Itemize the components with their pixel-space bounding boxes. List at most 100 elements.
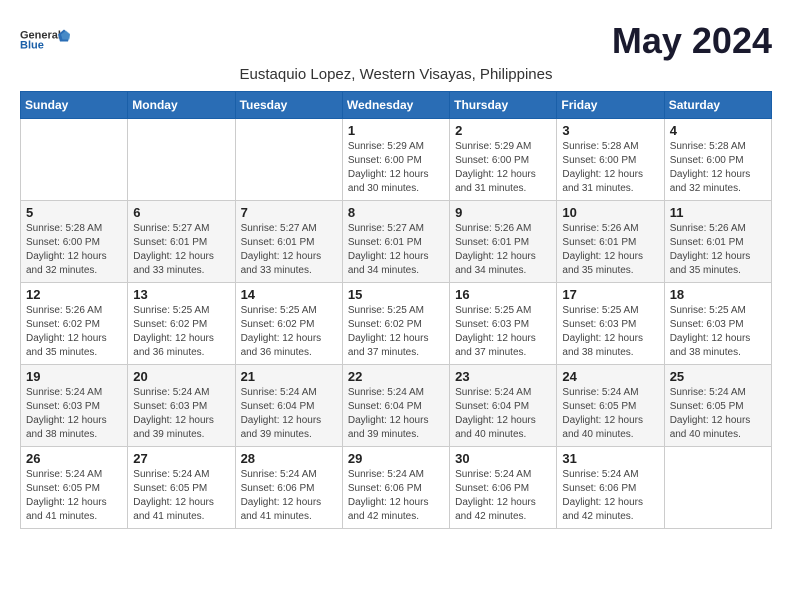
calendar-week-row: 19 Sunrise: 5:24 AMSunset: 6:03 PMDayligh… xyxy=(21,365,772,447)
calendar-day-cell: 7Sunrise: 5:27 AMSunset: 6:01 PMDaylight… xyxy=(235,201,342,283)
day-info: Sunrise: 5:24 AMSunset: 6:06 PMDaylight:… xyxy=(241,468,337,524)
day-info: Sunrise: 5:24 AMSunset: 6:03 PMDaylight:… xyxy=(26,386,122,442)
calendar-day-cell: 25 Sunrise: 5:24 AMSunset: 6:05 PMDayligh… xyxy=(664,365,771,447)
calendar-day-cell: 16 Sunrise: 5:25 AMSunset: 6:03 PMDayligh… xyxy=(450,283,557,365)
day-info: Sunrise: 5:24 AMSunset: 6:06 PMDaylight:… xyxy=(455,468,551,524)
calendar-day-cell: 11 Sunrise: 5:26 AMSunset: 6:01 PMDayligh… xyxy=(664,201,771,283)
location-subtitle: Eustaquio Lopez, Western Visayas, Philip… xyxy=(20,66,772,83)
day-number: 29 xyxy=(348,451,444,466)
day-info: Sunrise: 5:24 AMSunset: 6:06 PMDaylight:… xyxy=(562,468,658,524)
day-info: Sunrise: 5:26 AMSunset: 6:01 PMDaylight:… xyxy=(455,222,551,278)
calendar-day-cell: 21 Sunrise: 5:24 AMSunset: 6:04 PMDayligh… xyxy=(235,365,342,447)
day-number: 4 xyxy=(670,123,766,138)
day-info: Sunrise: 5:26 AMSunset: 6:02 PMDaylight:… xyxy=(26,304,122,360)
day-info: Sunrise: 5:24 AMSunset: 6:03 PMDaylight:… xyxy=(133,386,229,442)
day-number: 25 xyxy=(670,369,766,384)
day-number: 16 xyxy=(455,287,551,302)
day-info: Sunrise: 5:25 AMSunset: 6:02 PMDaylight:… xyxy=(241,304,337,360)
calendar-week-row: 1 Sunrise: 5:29 AMSunset: 6:00 PMDaylight… xyxy=(21,119,772,201)
calendar-day-cell: 2 Sunrise: 5:29 AMSunset: 6:00 PMDaylight… xyxy=(450,119,557,201)
day-info: Sunrise: 5:24 AMSunset: 6:05 PMDaylight:… xyxy=(562,386,658,442)
calendar-day-cell: 1 Sunrise: 5:29 AMSunset: 6:00 PMDaylight… xyxy=(342,119,449,201)
calendar-day-cell: 10 Sunrise: 5:26 AMSunset: 6:01 PMDayligh… xyxy=(557,201,664,283)
col-friday: Friday xyxy=(557,92,664,119)
day-info: Sunrise: 5:24 AMSunset: 6:04 PMDaylight:… xyxy=(241,386,337,442)
calendar-day-cell: 24 Sunrise: 5:24 AMSunset: 6:05 PMDayligh… xyxy=(557,365,664,447)
calendar-day-cell: 3 Sunrise: 5:28 AMSunset: 6:00 PMDaylight… xyxy=(557,119,664,201)
day-info: Sunrise: 5:24 AMSunset: 6:05 PMDaylight:… xyxy=(670,386,766,442)
day-info: Sunrise: 5:27 AMSunset: 6:01 PMDaylight:… xyxy=(348,222,444,278)
day-info: Sunrise: 5:24 AMSunset: 6:06 PMDaylight:… xyxy=(348,468,444,524)
day-number: 20 xyxy=(133,369,229,384)
day-number: 28 xyxy=(241,451,337,466)
calendar-day-cell: 13 Sunrise: 5:25 AMSunset: 6:02 PMDayligh… xyxy=(128,283,235,365)
day-info: Sunrise: 5:26 AMSunset: 6:01 PMDaylight:… xyxy=(562,222,658,278)
day-number: 24 xyxy=(562,369,658,384)
day-info: Sunrise: 5:25 AMSunset: 6:02 PMDaylight:… xyxy=(133,304,229,360)
day-number: 1 xyxy=(348,123,444,138)
day-number: 23 xyxy=(455,369,551,384)
logo-icon: General Blue xyxy=(20,20,70,60)
col-wednesday: Wednesday xyxy=(342,92,449,119)
calendar-day-cell: 19 Sunrise: 5:24 AMSunset: 6:03 PMDayligh… xyxy=(21,365,128,447)
day-info: Sunrise: 5:29 AMSunset: 6:00 PMDaylight:… xyxy=(455,140,551,196)
day-info: Sunrise: 5:25 AMSunset: 6:03 PMDaylight:… xyxy=(562,304,658,360)
calendar-day-cell: 28 Sunrise: 5:24 AMSunset: 6:06 PMDayligh… xyxy=(235,447,342,529)
day-number: 21 xyxy=(241,369,337,384)
col-thursday: Thursday xyxy=(450,92,557,119)
day-number: 30 xyxy=(455,451,551,466)
day-info: Sunrise: 5:28 AMSunset: 6:00 PMDaylight:… xyxy=(26,222,122,278)
day-number: 8 xyxy=(348,205,444,220)
calendar-day-cell: 8 Sunrise: 5:27 AMSunset: 6:01 PMDaylight… xyxy=(342,201,449,283)
day-info: Sunrise: 5:28 AMSunset: 6:00 PMDaylight:… xyxy=(562,140,658,196)
calendar-day-cell: 23 Sunrise: 5:24 AMSunset: 6:04 PMDayligh… xyxy=(450,365,557,447)
day-info: Sunrise: 5:24 AMSunset: 6:04 PMDaylight:… xyxy=(455,386,551,442)
calendar-day-cell: 5 Sunrise: 5:28 AMSunset: 6:00 PMDaylight… xyxy=(21,201,128,283)
day-number: 5 xyxy=(26,205,122,220)
calendar-header-row: Sunday Monday Tuesday Wednesday Thursday… xyxy=(21,92,772,119)
day-number: 3 xyxy=(562,123,658,138)
day-info: Sunrise: 5:25 AMSunset: 6:03 PMDaylight:… xyxy=(670,304,766,360)
day-info: Sunrise: 5:29 AMSunset: 6:00 PMDaylight:… xyxy=(348,140,444,196)
calendar-day-cell: 14Sunrise: 5:25 AMSunset: 6:02 PMDayligh… xyxy=(235,283,342,365)
day-number: 26 xyxy=(26,451,122,466)
day-number: 13 xyxy=(133,287,229,302)
logo: General Blue xyxy=(20,20,70,60)
calendar-day-cell: 9Sunrise: 5:26 AMSunset: 6:01 PMDaylight… xyxy=(450,201,557,283)
calendar-day-cell: 22Sunrise: 5:24 AMSunset: 6:04 PMDayligh… xyxy=(342,365,449,447)
day-number: 2 xyxy=(455,123,551,138)
calendar-day-cell xyxy=(235,119,342,201)
calendar-day-cell: 17 Sunrise: 5:25 AMSunset: 6:03 PMDayligh… xyxy=(557,283,664,365)
day-info: Sunrise: 5:24 AMSunset: 6:05 PMDaylight:… xyxy=(133,468,229,524)
day-number: 6 xyxy=(133,205,229,220)
col-saturday: Saturday xyxy=(664,92,771,119)
day-number: 15 xyxy=(348,287,444,302)
col-sunday: Sunday xyxy=(21,92,128,119)
calendar-day-cell: 30 Sunrise: 5:24 AMSunset: 6:06 PMDayligh… xyxy=(450,447,557,529)
day-number: 10 xyxy=(562,205,658,220)
svg-text:Blue: Blue xyxy=(20,40,44,52)
day-number: 12 xyxy=(26,287,122,302)
day-info: Sunrise: 5:24 AMSunset: 6:04 PMDaylight:… xyxy=(348,386,444,442)
month-title: May 2024 xyxy=(612,20,772,62)
calendar-day-cell xyxy=(128,119,235,201)
calendar-day-cell: 26Sunrise: 5:24 AMSunset: 6:05 PMDayligh… xyxy=(21,447,128,529)
calendar-day-cell: 29 Sunrise: 5:24 AMSunset: 6:06 PMDayligh… xyxy=(342,447,449,529)
day-number: 19 xyxy=(26,369,122,384)
calendar-day-cell: 31Sunrise: 5:24 AMSunset: 6:06 PMDayligh… xyxy=(557,447,664,529)
day-number: 17 xyxy=(562,287,658,302)
calendar-table: Sunday Monday Tuesday Wednesday Thursday… xyxy=(20,91,772,529)
day-info: Sunrise: 5:28 AMSunset: 6:00 PMDaylight:… xyxy=(670,140,766,196)
day-number: 18 xyxy=(670,287,766,302)
calendar-day-cell: 12 Sunrise: 5:26 AMSunset: 6:02 PMDayligh… xyxy=(21,283,128,365)
col-monday: Monday xyxy=(128,92,235,119)
day-info: Sunrise: 5:25 AMSunset: 6:03 PMDaylight:… xyxy=(455,304,551,360)
day-number: 11 xyxy=(670,205,766,220)
calendar-week-row: 12 Sunrise: 5:26 AMSunset: 6:02 PMDayligh… xyxy=(21,283,772,365)
calendar-day-cell: 4 Sunrise: 5:28 AMSunset: 6:00 PMDaylight… xyxy=(664,119,771,201)
day-info: Sunrise: 5:26 AMSunset: 6:01 PMDaylight:… xyxy=(670,222,766,278)
calendar-day-cell xyxy=(664,447,771,529)
col-tuesday: Tuesday xyxy=(235,92,342,119)
calendar-day-cell: 18 Sunrise: 5:25 AMSunset: 6:03 PMDayligh… xyxy=(664,283,771,365)
calendar-day-cell xyxy=(21,119,128,201)
